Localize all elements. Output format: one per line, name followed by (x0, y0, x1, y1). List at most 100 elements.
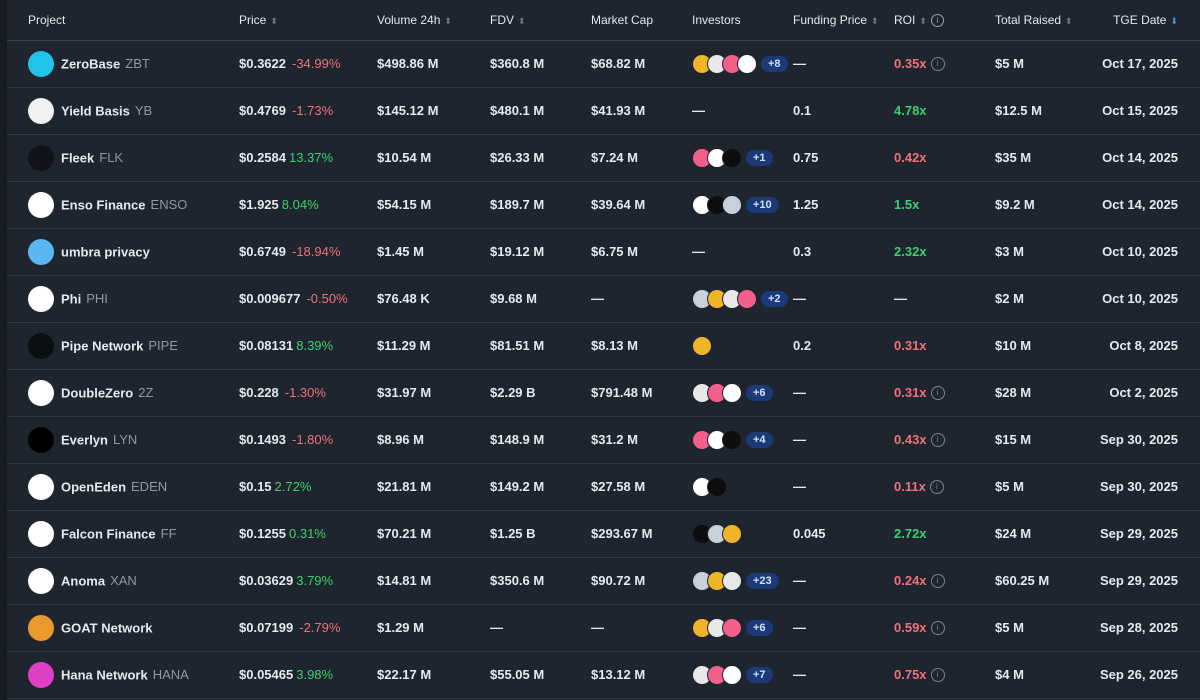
project-name[interactable]: Hana Network (61, 667, 148, 682)
investor-avatars[interactable] (692, 523, 742, 544)
investors-cell[interactable]: +23 (692, 557, 793, 604)
table-row[interactable]: DoubleZero 2Z $0.228 -1.30% $31.97 M $2.29 B $… (7, 369, 1200, 416)
investor-avatars[interactable] (692, 476, 727, 497)
investor-avatar-icon[interactable] (722, 523, 742, 544)
project-name[interactable]: Everlyn (61, 432, 108, 447)
project-name[interactable]: Yield Basis (61, 103, 130, 118)
table-row[interactable]: Everlyn LYN $0.1493 -1.80% $8.96 M $148.9 M $3… (7, 416, 1200, 463)
investor-avatar-icon[interactable] (722, 570, 742, 591)
project-name[interactable]: Fleek (61, 150, 94, 165)
sort-arrows-icon[interactable]: ⬍ (1065, 16, 1073, 26)
investor-more-badge[interactable]: +6 (746, 619, 773, 636)
investor-avatars[interactable]: +7 (692, 664, 773, 685)
investor-avatar-icon[interactable] (722, 147, 742, 168)
info-circle-icon[interactable]: i (930, 386, 945, 401)
header-fdv[interactable]: FDV ⬍ (490, 0, 591, 41)
table-row[interactable]: Falcon Finance FF $0.1255 0.31% $70.21 M $1.2… (7, 510, 1200, 557)
investor-more-badge[interactable]: +1 (746, 149, 773, 166)
investor-avatar-icon[interactable] (707, 476, 727, 497)
project-cell[interactable]: Enso Finance ENSO (7, 181, 239, 228)
project-cell[interactable]: Hana Network HANA (7, 651, 239, 698)
investors-cell[interactable]: — (692, 87, 793, 134)
info-circle-icon[interactable]: i (930, 668, 945, 683)
table-row[interactable]: Anoma XAN $0.03629 3.79% $14.81 M $350.6 M $90… (7, 557, 1200, 604)
info-circle-icon[interactable]: i (929, 480, 944, 495)
sort-arrows-icon[interactable]: ⬍ (270, 16, 278, 26)
investors-cell[interactable]: +2 (692, 275, 793, 322)
sort-desc-icon[interactable]: ⬇ (1170, 16, 1178, 26)
investor-avatars[interactable]: +8 (692, 53, 788, 74)
investors-cell[interactable] (692, 510, 793, 557)
project-cell[interactable]: OpenEden EDEN (7, 463, 239, 510)
investors-cell[interactable]: — (692, 228, 793, 275)
investor-more-badge[interactable]: +2 (761, 290, 788, 307)
investors-cell[interactable]: +4 (692, 416, 793, 463)
header-market-cap[interactable]: Market Cap (591, 0, 692, 41)
investors-cell[interactable]: +10 (692, 181, 793, 228)
project-cell[interactable]: DoubleZero 2Z (7, 369, 239, 416)
investor-avatars[interactable]: +6 (692, 382, 773, 403)
table-row[interactable]: Pipe Network PIPE $0.08131 8.39% $11.29 M $81… (7, 322, 1200, 369)
investor-avatars[interactable]: +4 (692, 429, 773, 450)
investor-more-badge[interactable]: +4 (746, 431, 773, 448)
table-row[interactable]: Hana Network HANA $0.05465 3.98% $22.17 M $55… (7, 651, 1200, 698)
project-name[interactable]: OpenEden (61, 479, 126, 494)
info-circle-icon[interactable]: i (930, 433, 945, 448)
project-name[interactable]: Falcon Finance (61, 526, 156, 541)
table-row[interactable]: Phi PHI $0.009677 -0.50% $76.48 K $9.68 M — +2 —… (7, 275, 1200, 322)
table-row[interactable]: Enso Finance ENSO $1.925 8.04% $54.15 M $189.… (7, 181, 1200, 228)
investor-avatar-icon[interactable] (737, 53, 757, 74)
investor-avatars[interactable]: +1 (692, 147, 773, 168)
project-cell[interactable]: Anoma XAN (7, 557, 239, 604)
investors-cell[interactable]: +6 (692, 369, 793, 416)
info-circle-icon[interactable]: i (930, 574, 945, 589)
sort-arrows-icon[interactable]: ⬍ (518, 16, 526, 26)
project-name[interactable]: Anoma (61, 573, 105, 588)
project-name[interactable]: Phi (61, 291, 81, 306)
project-cell[interactable]: GOAT Network (7, 604, 239, 651)
investor-more-badge[interactable]: +23 (746, 572, 779, 589)
header-volume[interactable]: Volume 24h ⬍ (377, 0, 490, 41)
investors-cell[interactable]: +7 (692, 651, 793, 698)
project-name[interactable]: ZeroBase (61, 56, 120, 71)
project-name[interactable]: Pipe Network (61, 338, 143, 353)
investors-cell[interactable] (692, 322, 793, 369)
project-cell[interactable]: Falcon Finance FF (7, 510, 239, 557)
investor-avatars[interactable]: +23 (692, 570, 779, 591)
table-row[interactable]: umbra privacy $0.6749 -18.94% $1.45 M $19.12… (7, 228, 1200, 275)
project-cell[interactable]: Phi PHI (7, 275, 239, 322)
investor-avatar-icon[interactable] (722, 429, 742, 450)
header-total-raised[interactable]: Total Raised ⬍ (995, 0, 1096, 41)
investor-avatars[interactable] (692, 335, 712, 356)
project-cell[interactable]: Everlyn LYN (7, 416, 239, 463)
table-row[interactable]: Yield Basis YB $0.4769 -1.73% $145.12 M $480.… (7, 87, 1200, 134)
investor-avatars[interactable]: +6 (692, 617, 773, 638)
header-roi[interactable]: ROI ⬍ i (894, 0, 995, 41)
sort-arrows-icon[interactable]: ⬍ (444, 16, 452, 26)
project-name[interactable]: DoubleZero (61, 385, 133, 400)
header-funding-price[interactable]: Funding Price ⬍ (793, 0, 894, 41)
header-price[interactable]: Price ⬍ (239, 0, 377, 41)
investors-cell[interactable] (692, 463, 793, 510)
info-circle-icon[interactable]: i (930, 57, 945, 72)
project-cell[interactable]: Yield Basis YB (7, 87, 239, 134)
investor-avatar-icon[interactable] (722, 617, 742, 638)
investor-avatar-icon[interactable] (737, 288, 757, 309)
investor-avatars[interactable]: +10 (692, 194, 779, 215)
investor-avatar-icon[interactable] (692, 335, 712, 356)
sort-arrows-icon[interactable]: ⬍ (919, 16, 927, 26)
investor-more-badge[interactable]: +6 (746, 384, 773, 401)
investor-avatar-icon[interactable] (722, 382, 742, 403)
project-cell[interactable]: Fleek FLK (7, 134, 239, 181)
investor-avatars[interactable]: +2 (692, 288, 788, 309)
investors-cell[interactable]: +8 (692, 40, 793, 87)
info-circle-icon[interactable]: i (930, 621, 945, 636)
project-name[interactable]: Enso Finance (61, 197, 146, 212)
project-cell[interactable]: Pipe Network PIPE (7, 322, 239, 369)
table-row[interactable]: Fleek FLK $0.2584 13.37% $10.54 M $26.33 M $7.… (7, 134, 1200, 181)
sort-arrows-icon[interactable]: ⬍ (871, 16, 879, 26)
project-cell[interactable]: ZeroBase ZBT (7, 40, 239, 87)
header-project[interactable]: Project (7, 0, 239, 41)
project-name[interactable]: umbra privacy (61, 244, 150, 259)
investors-cell[interactable]: +1 (692, 134, 793, 181)
